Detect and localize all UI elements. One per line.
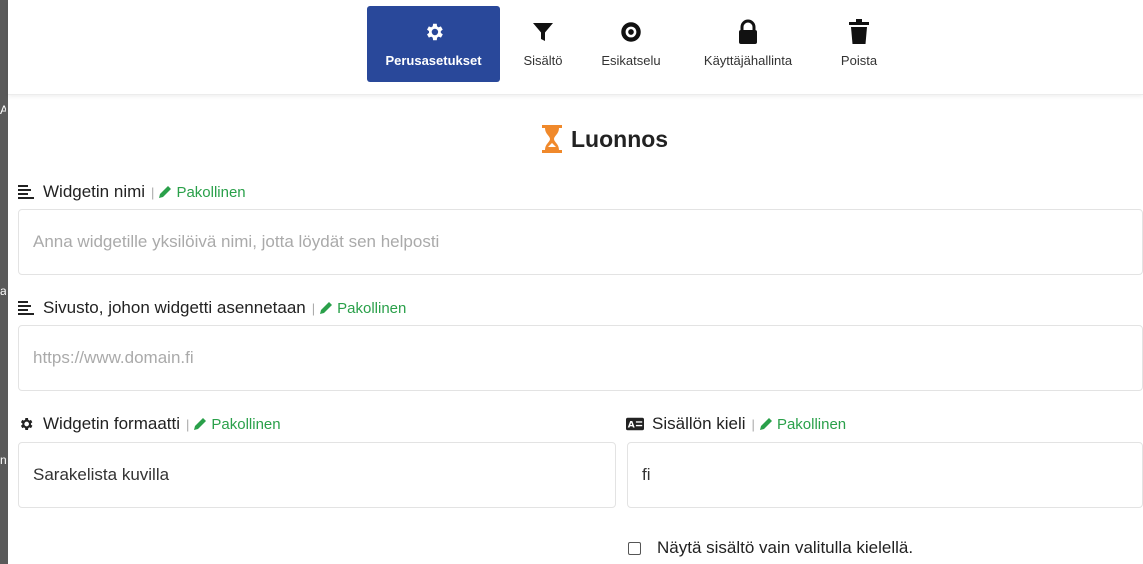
required-indicator: Pakollinen xyxy=(193,415,281,433)
tab-user-management-label: Käyttäjähallinta xyxy=(703,53,793,68)
language-select[interactable]: fi xyxy=(627,442,1143,508)
site-label-row: Sivusto, johon widgetti asennetaan | Pak… xyxy=(17,298,406,318)
gear-icon xyxy=(420,18,448,46)
language-only-checkbox[interactable] xyxy=(628,541,641,555)
pencil-icon xyxy=(759,418,772,430)
tab-delete-label: Poista xyxy=(840,53,878,68)
site-label: Sivusto, johon widgetti asennetaan xyxy=(43,298,306,317)
site-url-placeholder: https://www.domain.fi xyxy=(33,348,194,367)
required-text: Pakollinen xyxy=(776,415,847,433)
site-url-input[interactable]: https://www.domain.fi xyxy=(18,325,1143,391)
required-text: Pakollinen xyxy=(211,415,281,433)
svg-text:A: A xyxy=(628,421,635,431)
pencil-icon xyxy=(194,418,207,430)
hourglass-icon xyxy=(541,124,563,154)
required-indicator: Pakollinen xyxy=(759,416,846,433)
filter-icon xyxy=(529,18,557,46)
tab-delete[interactable]: Poista xyxy=(826,6,892,82)
pencil-icon xyxy=(320,302,333,314)
format-label-row: Widgetin formaatti | Pakollinen xyxy=(17,414,281,434)
align-left-icon xyxy=(17,299,35,317)
label-separator: | xyxy=(151,184,155,200)
format-select[interactable]: Sarakelista kuvilla xyxy=(18,442,616,508)
required-text: Pakollinen xyxy=(176,183,246,201)
gear-icon xyxy=(17,415,35,433)
settings-toolbar: Perusasetukset Sisältö Esikatselu Käyttä… xyxy=(8,0,1143,95)
widget-name-label-row: Widgetin nimi | Pakollinen xyxy=(17,182,246,202)
language-only-label: Näytä sisältö vain valitulla kielellä. xyxy=(657,538,914,557)
left-text-fragment: n xyxy=(0,453,6,467)
required-indicator: Pakollinen xyxy=(158,183,246,201)
tab-basic-settings[interactable]: Perusasetukset xyxy=(367,6,500,82)
pencil-icon xyxy=(159,186,172,198)
widget-name-label: Widgetin nimi xyxy=(43,182,146,201)
tab-content-label: Sisältö xyxy=(523,53,563,68)
language-label: Sisällön kieli xyxy=(652,414,746,433)
status-label: Luonnos xyxy=(571,125,669,152)
left-text-fragment: a xyxy=(0,284,6,298)
left-panel-edge xyxy=(0,0,8,564)
trash-icon xyxy=(845,18,873,46)
status-heading: Luonnos xyxy=(541,124,668,154)
required-indicator: Pakollinen xyxy=(319,300,406,317)
align-left-icon xyxy=(17,183,35,201)
eye-icon xyxy=(617,18,645,46)
format-value: Sarakelista kuvilla xyxy=(33,465,170,484)
tab-basic-settings-label: Perusasetukset xyxy=(385,53,482,68)
format-label: Widgetin formaatti xyxy=(43,414,180,433)
tab-user-management[interactable]: Käyttäjähallinta xyxy=(686,6,810,82)
required-text: Pakollinen xyxy=(337,299,407,317)
tab-preview[interactable]: Esikatselu xyxy=(590,6,672,82)
tab-content[interactable]: Sisältö xyxy=(513,6,573,82)
language-only-option[interactable]: Näytä sisältö vain valitulla kielellä. xyxy=(628,538,913,558)
lock-icon xyxy=(734,18,762,46)
widget-name-input[interactable]: Anna widgetille yksilöivä nimi, jotta lö… xyxy=(18,209,1143,275)
language-label-row: A Sisällön kieli | Pakollinen xyxy=(626,414,846,434)
label-separator: | xyxy=(186,416,190,432)
left-text-fragment: A xyxy=(0,103,6,117)
language-value: fi xyxy=(642,465,651,484)
widget-name-placeholder: Anna widgetille yksilöivä nimi, jotta lö… xyxy=(33,232,440,251)
tab-preview-label: Esikatselu xyxy=(601,53,661,68)
language-icon: A xyxy=(626,415,644,433)
label-separator: | xyxy=(311,300,316,316)
label-separator: | xyxy=(751,416,755,432)
